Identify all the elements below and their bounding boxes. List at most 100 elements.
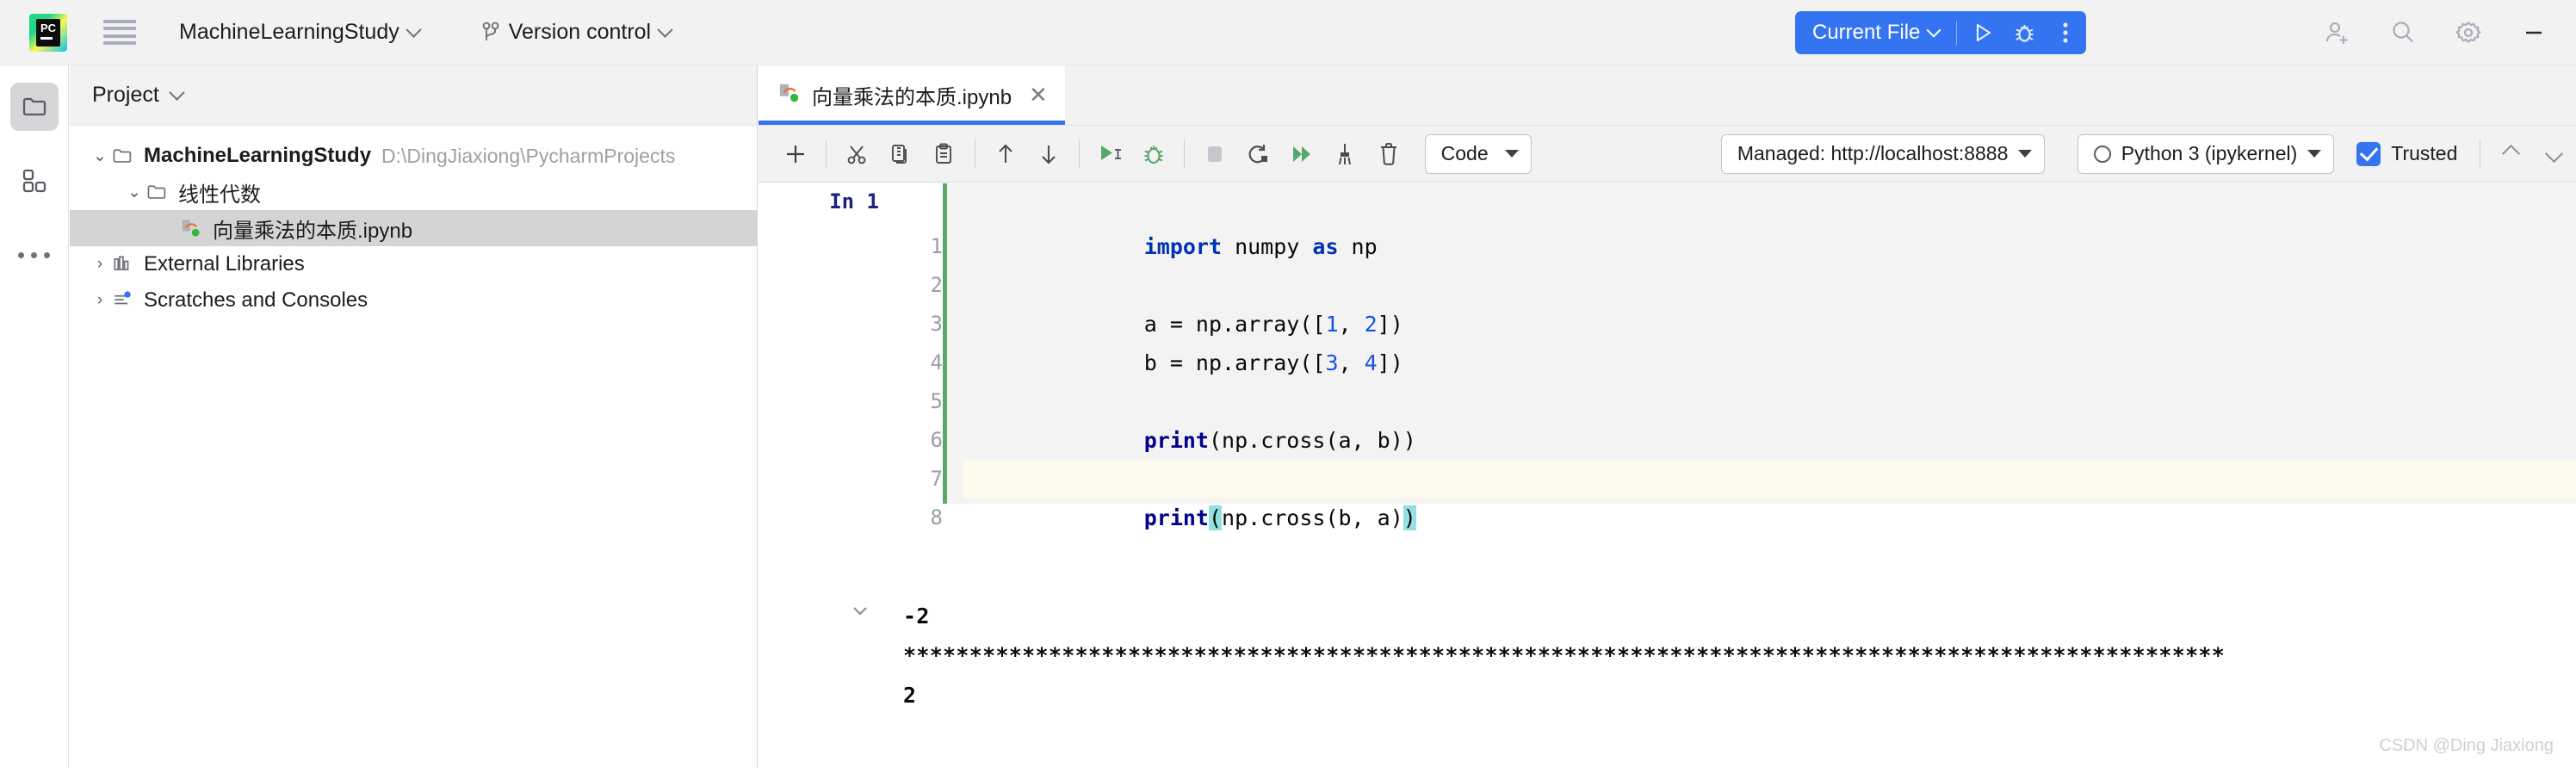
code-line: 5 bbox=[931, 344, 2576, 413]
code-line: 7print("*" * 100) bbox=[931, 421, 2576, 492]
project-tree: ⌄ MachineLearningStudy D:\DingJiaxiong\P… bbox=[70, 126, 757, 319]
cell-run-indicator bbox=[943, 183, 947, 504]
line-number: 5 bbox=[930, 389, 943, 413]
trusted-checkbox[interactable]: Trusted bbox=[2356, 141, 2457, 166]
chevron-down-icon bbox=[2018, 150, 2033, 158]
cut-cell-button[interactable] bbox=[835, 131, 878, 177]
main-menu-button[interactable] bbox=[103, 19, 136, 46]
run-config-selector[interactable]: Current File bbox=[1795, 21, 1951, 45]
chevron-down-icon[interactable]: ⌄ bbox=[89, 146, 111, 166]
debug-button[interactable] bbox=[2003, 11, 2045, 54]
tree-node-file-notebook[interactable]: ⌄ 向量乘法的本质.ipynb bbox=[70, 210, 757, 246]
sidebar-item-more[interactable] bbox=[10, 231, 59, 279]
collapse-output-icon[interactable] bbox=[850, 604, 870, 622]
line-number: 8 bbox=[930, 505, 943, 530]
next-cell-button[interactable] bbox=[2533, 131, 2576, 177]
code-line: 3a = np.array([1, 2]) bbox=[931, 266, 2576, 337]
chevron-down-icon[interactable] bbox=[169, 84, 185, 101]
version-control-chip[interactable]: Version control bbox=[473, 10, 679, 55]
run-configuration-widget: Current File bbox=[1795, 11, 2087, 54]
output-text: -2 *************************************… bbox=[903, 597, 2576, 715]
divider bbox=[826, 139, 827, 169]
close-icon[interactable]: ✕ bbox=[1029, 82, 1048, 108]
notebook-cell: In 1 1import numpy as np 2 3a = np.arra bbox=[759, 183, 2576, 708]
tree-node-external-libraries[interactable]: › External Libraries bbox=[70, 246, 757, 282]
more-run-options-button[interactable] bbox=[2045, 11, 2086, 54]
chevron-down-icon bbox=[657, 22, 673, 38]
minimize-window-icon[interactable] bbox=[2516, 15, 2552, 51]
folder-icon bbox=[22, 97, 46, 116]
run-config-label: Current File bbox=[1812, 21, 1921, 44]
tree-node-path: D:\DingJiaxiong\PycharmProjects bbox=[381, 144, 676, 167]
kernel-select[interactable]: Python 3 (ipykernel) bbox=[2077, 133, 2335, 174]
code-line: 1 import numpy as np bbox=[931, 189, 2576, 259]
tree-node-label: 向量乘法的本质.ipynb bbox=[213, 219, 413, 243]
run-all-cells-button[interactable] bbox=[1280, 131, 1323, 177]
tree-node-label: Scratches and Consoles bbox=[144, 288, 368, 312]
chevron-down-icon[interactable]: ⌄ bbox=[123, 183, 146, 202]
add-cell-button[interactable] bbox=[774, 131, 817, 177]
move-cell-down-button[interactable] bbox=[1027, 131, 1070, 177]
add-collaborator-icon[interactable] bbox=[2319, 15, 2356, 51]
notebook-body: In 1 1import numpy as np 2 3a = np.arra bbox=[759, 183, 2576, 768]
debug-cell-button[interactable] bbox=[1132, 131, 1175, 177]
chevron-right-icon[interactable]: › bbox=[89, 255, 111, 274]
run-button[interactable] bbox=[1962, 11, 2003, 54]
divider bbox=[1079, 139, 1081, 169]
tab-label: 向量乘法的本质.ipynb bbox=[812, 86, 1012, 109]
jupyter-server-select[interactable]: Managed: http://localhost:8888 bbox=[1720, 133, 2046, 174]
library-icon bbox=[111, 253, 137, 276]
more-dots-icon bbox=[18, 251, 50, 258]
chevron-right-icon[interactable]: › bbox=[89, 291, 111, 310]
sidebar-item-project[interactable] bbox=[9, 83, 59, 131]
chevron-up-icon bbox=[2501, 144, 2521, 164]
branch-icon bbox=[481, 22, 500, 44]
project-panel-title: Project bbox=[92, 83, 159, 107]
chevron-down-icon bbox=[2545, 144, 2564, 164]
tree-node-label: External Libraries bbox=[144, 252, 305, 276]
search-icon[interactable] bbox=[2385, 15, 2421, 51]
delete-cell-button[interactable] bbox=[1366, 131, 1409, 177]
clear-outputs-button[interactable] bbox=[1323, 131, 1366, 177]
line-number: 6 bbox=[930, 428, 943, 452]
code-line: 2 bbox=[931, 227, 2576, 297]
titlebar-right-actions bbox=[2319, 11, 2552, 54]
cell-type-value: Code bbox=[1440, 142, 1489, 164]
interrupt-kernel-button[interactable] bbox=[1193, 131, 1236, 177]
gear-icon[interactable] bbox=[2450, 15, 2486, 51]
project-name-chip[interactable]: MachineLearningStudy bbox=[170, 10, 428, 55]
checkmark-icon bbox=[2356, 141, 2381, 166]
pycharm-logo: PC bbox=[29, 13, 67, 52]
move-cell-up-button[interactable] bbox=[983, 131, 1026, 177]
previous-cell-button[interactable] bbox=[2489, 131, 2532, 177]
folder-icon bbox=[111, 145, 137, 167]
sidebar-item-structure[interactable] bbox=[10, 157, 59, 205]
tree-node-scratches-and-consoles[interactable]: › Scratches and Consoles bbox=[70, 282, 757, 319]
grid-icon bbox=[22, 169, 46, 193]
run-cell-button[interactable] bbox=[1088, 131, 1131, 177]
tree-node-label: MachineLearningStudy bbox=[144, 144, 372, 167]
code-lines: 1 import numpy as np 2 3a = np.array([1, … bbox=[931, 183, 2576, 530]
cell-output: -2 *************************************… bbox=[759, 597, 2576, 715]
cell-type-select[interactable]: Code bbox=[1424, 133, 1532, 174]
tab-notebook[interactable]: 向量乘法的本质.ipynb ✕ bbox=[759, 65, 1065, 125]
code-line: 4b = np.array([3, 4]) bbox=[931, 305, 2576, 375]
restart-kernel-button[interactable] bbox=[1236, 131, 1279, 177]
paste-cell-button[interactable] bbox=[922, 131, 965, 177]
project-name-label: MachineLearningStudy bbox=[179, 20, 399, 44]
chevron-down-icon bbox=[1504, 150, 1519, 158]
tree-node-label: 线性代数 bbox=[178, 183, 261, 207]
scratches-icon bbox=[111, 289, 137, 312]
line-number: 3 bbox=[930, 312, 943, 336]
editor-tab-strip: 向量乘法的本质.ipynb ✕ bbox=[759, 65, 2576, 126]
code-line-current: 8 print(np.cross(b, a)) bbox=[931, 460, 2576, 530]
jupyter-icon bbox=[777, 81, 802, 109]
tree-node-folder-linear-algebra[interactable]: ⌄ 线性代数 bbox=[70, 174, 757, 210]
code-editor[interactable]: 1 import numpy as np 2 3a = np.array([1, … bbox=[886, 183, 2576, 530]
tree-node-project-root[interactable]: ⌄ MachineLearningStudy D:\DingJiaxiong\P… bbox=[70, 138, 757, 174]
kernel-value: Python 3 (ipykernel) bbox=[2121, 142, 2298, 164]
jupyter-icon bbox=[180, 217, 206, 239]
line-number: 2 bbox=[930, 273, 943, 297]
copy-cell-button[interactable] bbox=[879, 131, 922, 177]
notebook-toolbar: Code Managed: http://localhost:8888 Pyth… bbox=[759, 126, 2576, 183]
